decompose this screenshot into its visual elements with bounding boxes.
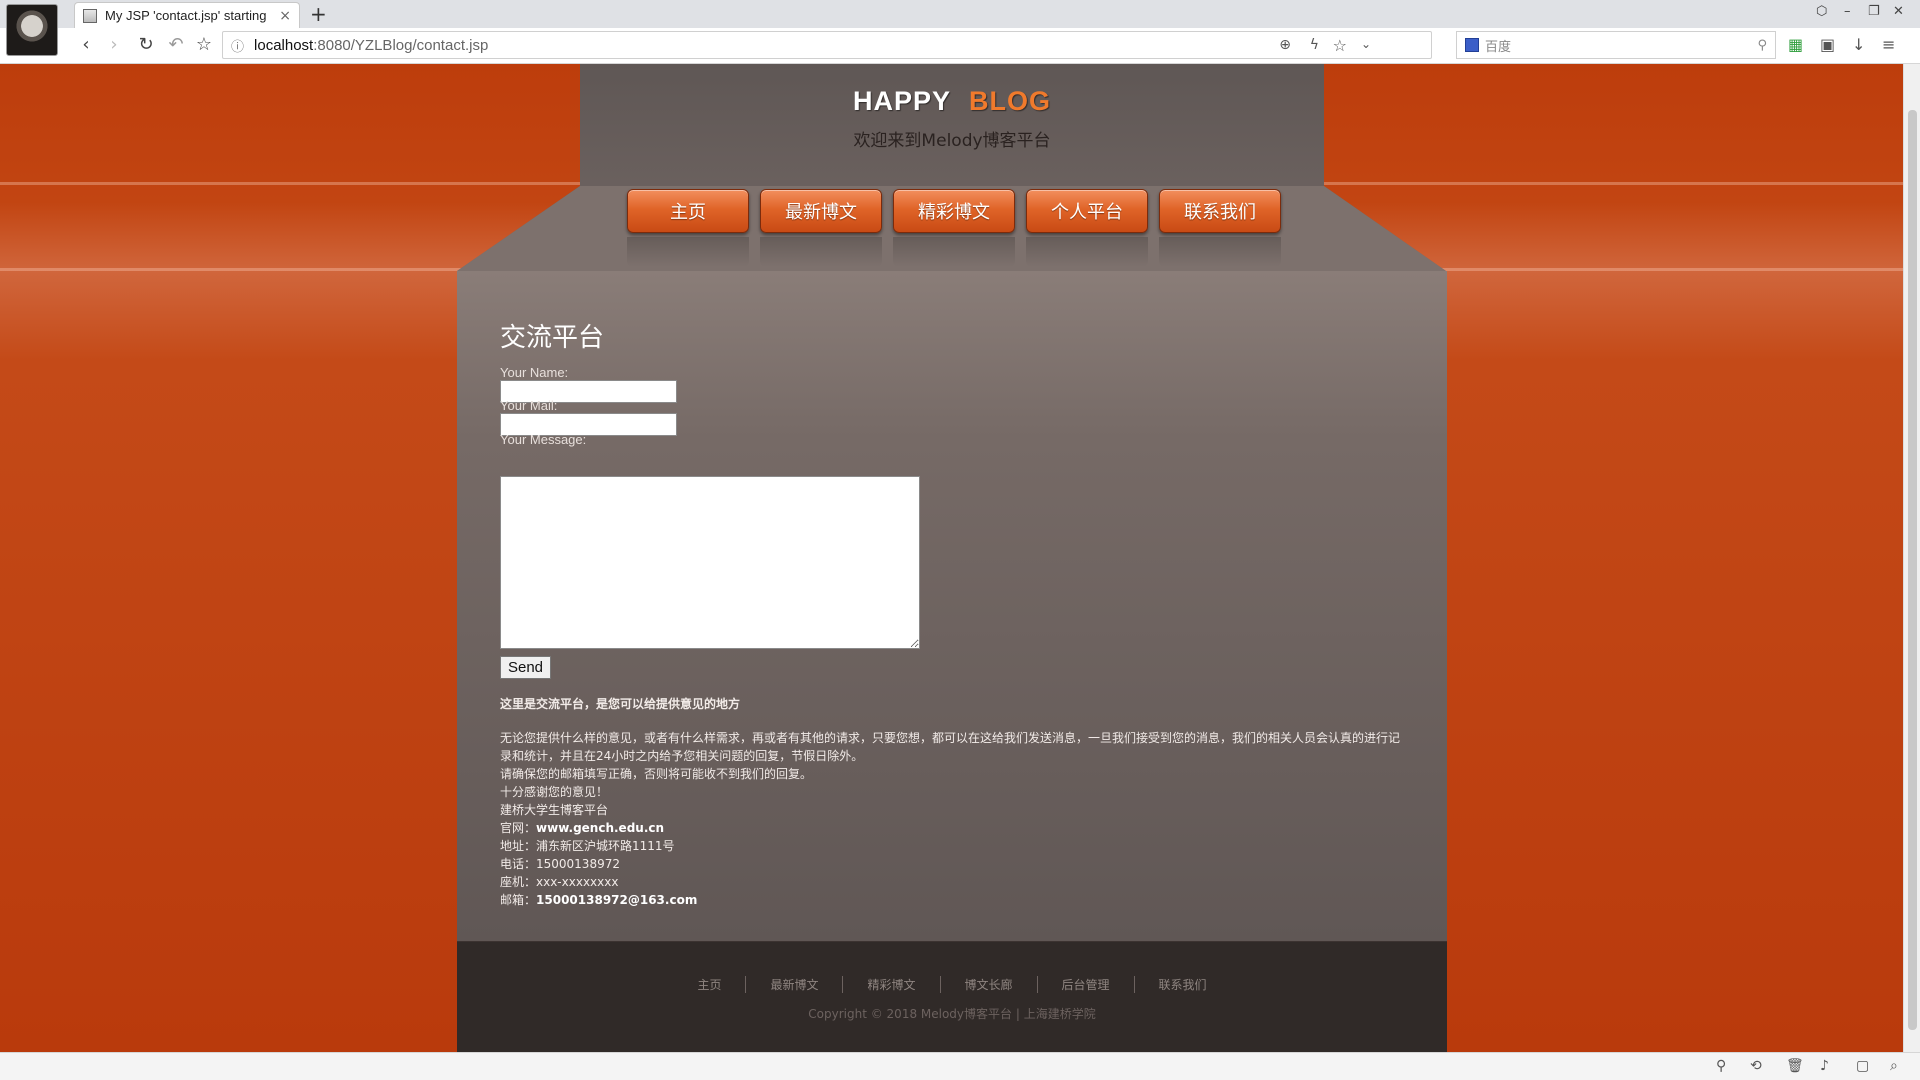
info-org: 建桥大学生博客平台 [500,803,609,817]
contact-info: 这里是交流平台，是您可以给提供意见的地方 无论您提供什么样的意见，或者有什么样需… [500,695,1400,909]
info-landline: 座机：xxx-xxxxxxxx [500,875,619,889]
close-window-icon[interactable]: ✕ [1893,4,1904,19]
apps-grid-icon[interactable]: ▦ [1788,35,1803,54]
browser-status-bar: ⚲ ⟲ 🗑 ♪ ▢ ⌕ [0,1052,1920,1080]
lightning-icon[interactable]: ϟ [1310,37,1319,53]
scrollbar-thumb[interactable] [1908,110,1917,1030]
search-box[interactable]: 百度 ⚲ [1456,31,1776,59]
footer-link-latest[interactable]: 最新博文 [745,976,842,993]
history-icon[interactable]: ⟲ [1750,1058,1762,1074]
pin-icon[interactable]: ⬡ [1816,4,1827,19]
page-viewport: HAPPY BLOG 欢迎来到Melody博客平台 主页 最新博文 精彩博文 个人… [0,64,1903,1052]
user-avatar[interactable] [6,4,58,56]
tab-close-icon[interactable]: × [279,8,291,24]
site-info-icon[interactable]: ⓘ [231,36,244,55]
browser-toolbar: ‹ › ↻ ↶ ☆ ⓘ localhost:8080/YZLBlog/conta… [0,28,1920,64]
nav-featured-posts[interactable]: 精彩博文 [893,189,1015,233]
site-footer: 主页 最新博文 精彩博文 博文长廊 后台管理 联系我们 Copyright © … [457,941,1447,1052]
window-icon[interactable]: ▢ [1856,1058,1869,1074]
new-tab-icon[interactable]: + [310,2,327,26]
browser-tab-strip: My JSP 'contact.jsp' starting × + ⬡ – ❐ … [0,0,1920,28]
footer-link-featured[interactable]: 精彩博文 [842,976,939,993]
page-scrollbar[interactable] [1903,64,1920,1052]
baidu-icon [1465,38,1479,52]
send-button[interactable]: Send [500,656,551,679]
trash-icon[interactable]: 🗑 [1786,1058,1804,1074]
bookmark-star-icon[interactable]: ☆ [192,34,216,55]
zoom-icon[interactable]: ⊕ [1279,37,1291,53]
content-panel: 交流平台 Your Name: Your Mail: Your Message:… [457,271,1447,941]
page-favicon-icon [83,8,97,23]
nav-contact[interactable]: 联系我们 [1159,189,1281,233]
nav-reflection [893,237,1015,267]
site-logo[interactable]: HAPPY BLOG [580,86,1324,117]
message-textarea[interactable] [500,476,920,649]
website-link[interactable]: www.gench.edu.cn [536,821,664,835]
info-title: 这里是交流平台，是您可以给提供意见的地方 [500,697,741,711]
footer-link-gallery[interactable]: 博文长廊 [939,976,1037,993]
nav-reflection [760,237,882,267]
info-address: 地址：浦东新区沪城环路1111号 [500,839,675,853]
info-thanks: 十分感谢您的意见！ [500,785,609,799]
nav-reflection [627,237,749,267]
zoom-status-icon[interactable]: ⌕ [1890,1058,1898,1074]
minimize-icon[interactable]: – [1844,4,1851,19]
sidebar-icon[interactable]: ▣ [1820,35,1835,54]
site-tagline: 欢迎来到Melody博客平台 [853,131,1051,151]
footer-link-home[interactable]: 主页 [673,976,745,993]
pin-status-icon[interactable]: ⚲ [1716,1058,1726,1074]
tab-title: My JSP 'contact.jsp' starting [105,8,267,23]
nav-home[interactable]: 主页 [627,189,749,233]
name-label: Your Name: [500,365,569,380]
reload-icon[interactable]: ↻ [134,34,158,55]
info-email: 邮箱：15000138972@163.com [500,893,698,907]
footer-nav: 主页 最新博文 精彩博文 博文长廊 后台管理 联系我们 [457,976,1447,993]
nav-personal[interactable]: 个人平台 [1026,189,1148,233]
back-icon[interactable]: ‹ [74,34,98,55]
chevron-down-icon[interactable]: ⌄ [1361,37,1371,51]
footer-link-admin[interactable]: 后台管理 [1036,976,1134,993]
url-text[interactable]: localhost:8080/YZLBlog/contact.jsp [254,37,488,54]
search-icon[interactable]: ⚲ [1757,38,1767,53]
address-bar[interactable]: ⓘ localhost:8080/YZLBlog/contact.jsp ⊕ ϟ… [222,31,1432,59]
footer-link-contact[interactable]: 联系我们 [1133,976,1231,993]
browser-tab[interactable]: My JSP 'contact.jsp' starting × [74,2,300,28]
menu-icon[interactable]: ≡ [1882,35,1895,54]
speaker-icon[interactable]: ♪ [1820,1058,1829,1074]
main-nav: 主页 最新博文 精彩博文 个人平台 联系我们 [627,189,1281,267]
forward-icon[interactable]: › [102,34,126,55]
undo-icon[interactable]: ↶ [164,34,188,55]
info-phone: 电话：15000138972 [500,857,620,871]
info-email-notice: 请确保您的邮箱填写正确，否则将可能收不到我们的回复。 [500,767,813,781]
nav-reflection [1159,237,1281,267]
page-title: 交流平台 [500,323,605,353]
info-website: 官网：www.gench.edu.cn [500,821,665,835]
maximize-icon[interactable]: ❐ [1868,4,1880,19]
copyright-text: Copyright © 2018 Melody博客平台 | 上海建桥学院 [808,1007,1096,1021]
search-placeholder: 百度 [1485,39,1512,55]
nav-latest-posts[interactable]: 最新博文 [760,189,882,233]
email-link[interactable]: 15000138972@163.com [536,893,697,907]
download-icon[interactable]: ↓ [1852,35,1865,54]
info-paragraph: 无论您提供什么样的意见，或者有什么样需求，再或者有其他的请求，只要您想，都可以在… [500,731,1401,763]
nav-reflection [1026,237,1148,267]
mail-label: Your Mail: [500,398,558,413]
message-label: Your Message: [500,432,587,447]
favorite-star-icon[interactable]: ☆ [1333,36,1347,55]
